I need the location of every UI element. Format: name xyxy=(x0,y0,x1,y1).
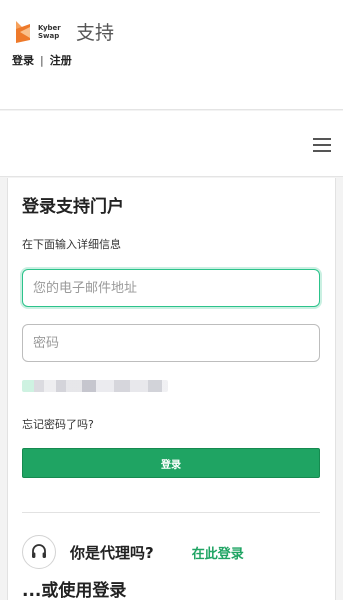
site-header: Kyber Swap 支持 登录 | 注册 xyxy=(0,0,343,110)
kyberswap-logo-icon xyxy=(14,20,32,44)
register-link[interactable]: 注册 xyxy=(50,52,72,68)
divider xyxy=(22,512,320,513)
sign-in-link[interactable]: 登录 xyxy=(12,52,34,68)
logo-wordmark: Kyber Swap xyxy=(38,24,64,40)
hamburger-menu-icon[interactable] xyxy=(313,138,331,152)
logo-wordmark-line1: Kyber xyxy=(38,23,61,32)
logo-wordmark-line2: Swap xyxy=(38,31,60,40)
login-card: 登录支持门户 在下面输入详细信息 忘记密码了吗? 登录 你是代理吗? 在此登录 … xyxy=(7,178,336,600)
site-title: 支持 xyxy=(76,22,115,44)
login-button[interactable]: 登录 xyxy=(22,448,320,478)
agent-login-link[interactable]: 在此登录 xyxy=(192,543,244,562)
login-title: 登录支持门户 xyxy=(22,197,124,217)
agent-question: 你是代理吗? xyxy=(70,543,154,562)
agent-login-row: 你是代理吗? 在此登录 xyxy=(22,534,320,570)
alternative-login-heading: ...或使用登录 xyxy=(22,581,127,600)
auth-separator: | xyxy=(40,53,44,67)
login-subtitle: 在下面输入详细信息 xyxy=(22,238,121,251)
brand[interactable]: Kyber Swap 支持 xyxy=(14,18,114,45)
email-field[interactable] xyxy=(22,269,320,307)
auth-links: 登录 | 注册 xyxy=(12,52,72,68)
forgot-password-link[interactable]: 忘记密码了吗? xyxy=(22,416,94,432)
headset-icon xyxy=(22,535,56,569)
password-field[interactable] xyxy=(22,324,320,362)
nav-bar xyxy=(0,111,343,177)
captcha-widget[interactable] xyxy=(22,380,168,392)
